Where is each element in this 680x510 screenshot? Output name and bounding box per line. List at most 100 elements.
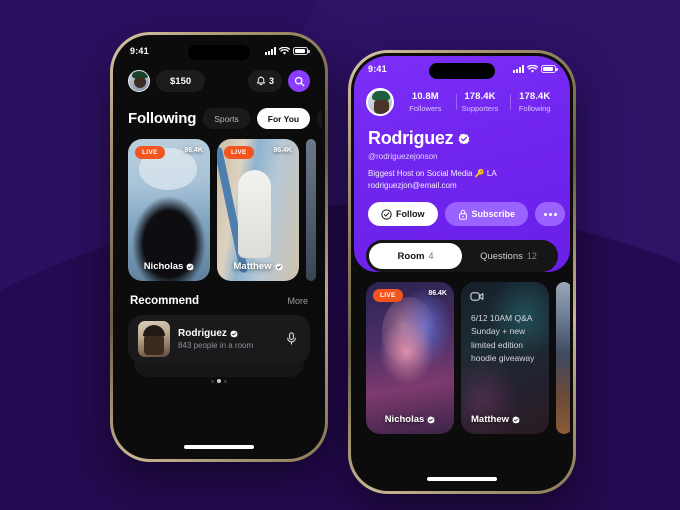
recommend-more-link[interactable]: More: [287, 296, 308, 306]
stat-label: Followers: [409, 104, 442, 113]
subscribe-button[interactable]: Subscribe: [444, 202, 529, 227]
profile-avatar[interactable]: [366, 88, 394, 116]
verified-badge-icon: [186, 262, 194, 271]
user-avatar[interactable]: [128, 70, 150, 92]
creator-name-row: Matthew: [217, 261, 299, 272]
notifications-button[interactable]: 3: [247, 70, 282, 92]
room-card-carousel[interactable]: LIVE 86.4K Nicholas 6/12 10AM Q&A Sunday: [354, 272, 570, 435]
nicholas-photo: [128, 139, 210, 281]
room-card-nicholas[interactable]: LIVE 86.4K Nicholas: [366, 282, 454, 435]
pagination-dot[interactable]: [224, 379, 227, 383]
recommend-title: Recommend: [130, 295, 200, 307]
room-card-next-partial[interactable]: [556, 282, 570, 435]
recommend-room-card[interactable]: Rodriguez 843 people in a room: [128, 315, 310, 363]
status-time: 9:41: [368, 64, 387, 74]
verified-badge-icon: [230, 329, 238, 338]
wifi-icon: [279, 46, 290, 56]
ellipsis-icon: [553, 212, 557, 216]
live-card-nicholas[interactable]: LIVE 86.4K Nicholas: [128, 139, 210, 281]
live-card-next-partial[interactable]: [306, 139, 316, 281]
home-indicator[interactable]: [427, 477, 497, 481]
live-card-matthew[interactable]: LIVE 86.4K Matthew: [217, 139, 299, 281]
page-background: [0, 0, 680, 510]
left-screen: 9:41 $150 3 Following Sports For You LIV…: [116, 38, 322, 456]
room-card-matthew[interactable]: 6/12 10AM Q&A Sunday + new limited editi…: [461, 282, 549, 435]
profile-name-row: Rodriguez: [354, 116, 570, 149]
carousel-pagination[interactable]: [116, 379, 322, 383]
segment-count: 12: [526, 251, 537, 262]
next-card-photo: [306, 139, 316, 281]
cellular-bars-icon: [513, 65, 524, 73]
creator-name-row: Matthew: [461, 414, 549, 425]
tab-sports[interactable]: Sports: [203, 108, 250, 129]
search-button[interactable]: [288, 70, 310, 92]
creator-name-row: Nicholas: [366, 414, 454, 425]
live-badge: LIVE: [135, 146, 165, 159]
dynamic-island: [429, 63, 495, 79]
stat-supporters[interactable]: 178.4K Supporters: [455, 91, 504, 113]
creator-name: Nicholas: [143, 261, 184, 272]
stat-label: Supporters: [461, 104, 499, 113]
profile-stats-row: 10.8M Followers 178.4K Supporters 178.4K…: [354, 84, 570, 116]
feed-tab-bar: Following Sports For You F: [116, 94, 322, 129]
page-title: Following: [128, 110, 197, 127]
tab-next-partial[interactable]: F: [317, 108, 322, 129]
live-card-carousel[interactable]: LIVE 86.4K Nicholas LIVE 86.4K Matthew: [116, 129, 322, 281]
follow-label: Follow: [396, 209, 425, 220]
cellular-bars-icon: [265, 47, 276, 55]
segment-label: Room: [397, 250, 425, 262]
recommend-stack: Rodriguez 843 people in a room: [128, 315, 310, 377]
battery-icon: [293, 47, 310, 55]
room-host-name: Rodriguez: [178, 328, 227, 339]
verified-badge-icon: [274, 262, 283, 271]
ellipsis-icon: [543, 212, 547, 216]
bio-line-1: Biggest Host on Social Media 🔑 LA: [368, 169, 497, 178]
room-host-name-row: Rodriguez: [178, 328, 276, 339]
search-icon: [294, 76, 305, 87]
view-count: 86.4K: [184, 147, 203, 154]
profile-segment-control[interactable]: Room 4 Questions 12: [366, 240, 558, 273]
verified-badge-icon: [427, 416, 435, 424]
stat-value: 178.4K: [519, 91, 551, 102]
segment-questions[interactable]: Questions 12: [462, 243, 555, 269]
phone-left-device: 9:41 $150 3 Following Sports For You LIV…: [110, 32, 328, 462]
right-screen: 9:41 10.8M Followers 178.4K Supporters 1…: [354, 56, 570, 488]
lock-icon: [458, 209, 468, 220]
video-camera-icon: [470, 291, 484, 302]
creator-name-row: Nicholas: [128, 261, 210, 272]
microphone-icon[interactable]: [284, 331, 300, 347]
view-count: 86.4K: [428, 290, 447, 298]
creator-name: Matthew: [233, 261, 272, 272]
bell-icon: [256, 75, 266, 87]
room-participants: 843 people in a room: [178, 341, 254, 350]
stat-following[interactable]: 178.4K Following: [510, 91, 558, 113]
live-badge: LIVE: [224, 146, 254, 159]
recommend-header: Recommend More: [116, 281, 322, 307]
profile-name: Rodriguez: [368, 128, 454, 148]
matthew-photo: [217, 139, 299, 281]
stat-followers[interactable]: 10.8M Followers: [402, 91, 449, 113]
pagination-dot[interactable]: [211, 379, 214, 383]
creator-name: Matthew: [471, 414, 509, 426]
room-host-thumbnail: [138, 321, 170, 357]
battery-icon: [541, 65, 558, 73]
balance-pill[interactable]: $150: [156, 70, 206, 92]
balance-amount: $150: [170, 75, 192, 87]
subscribe-label: Subscribe: [471, 209, 516, 220]
check-circle-icon: [381, 209, 392, 220]
room-announcement-text: 6/12 10AM Q&A Sunday + new limited editi…: [471, 313, 535, 363]
follow-button[interactable]: Follow: [368, 202, 438, 227]
next-room-card-photo: [556, 282, 570, 435]
creator-name: Nicholas: [384, 414, 425, 426]
pagination-dot-active[interactable]: [217, 379, 221, 383]
segment-label: Questions: [480, 250, 523, 262]
segment-room[interactable]: Room 4: [369, 243, 462, 270]
tab-for-you[interactable]: For You: [256, 108, 311, 129]
home-indicator[interactable]: [184, 445, 254, 449]
more-options-button[interactable]: [535, 202, 566, 227]
stat-label: Following: [518, 104, 551, 113]
stat-value: 178.4K: [464, 91, 496, 102]
live-badge: LIVE: [373, 289, 403, 303]
verified-badge-icon: [512, 416, 520, 424]
stat-value: 10.8M: [411, 91, 439, 102]
